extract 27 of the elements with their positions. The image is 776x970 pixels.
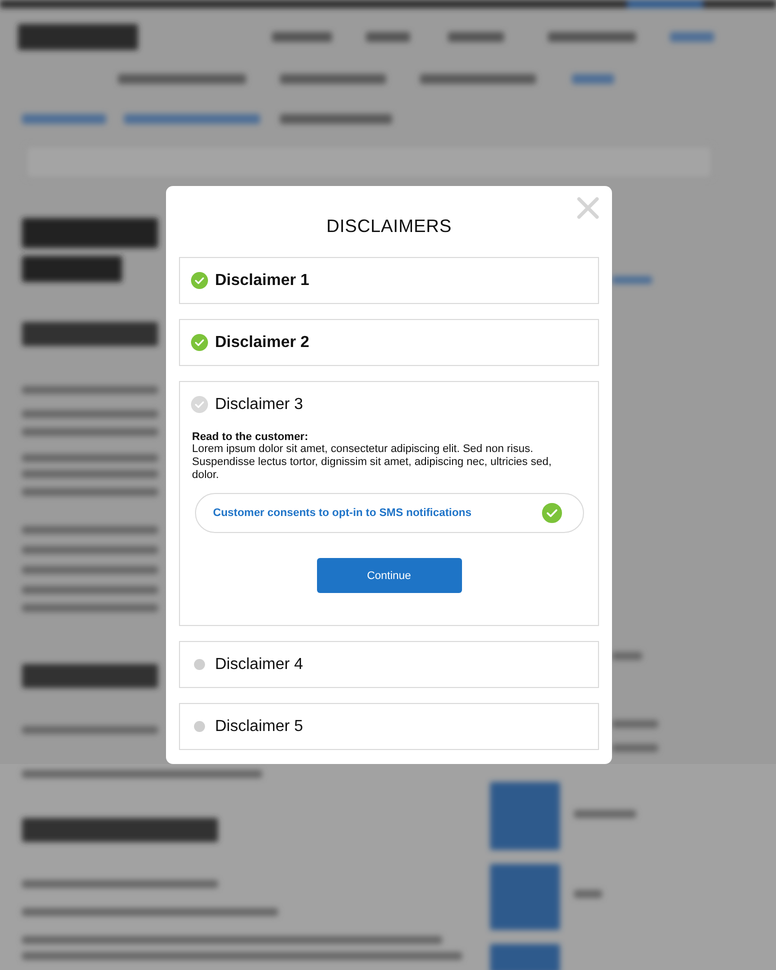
consent-label: Customer consents to opt-in to SMS notifications [213,507,472,519]
blurred-block [490,944,560,970]
blurred-block [272,32,332,42]
blurred-block [612,744,658,752]
disclaimer-title[interactable]: Disclaimer 5 [215,718,304,736]
check-circle-icon[interactable] [542,503,562,523]
consent-toggle[interactable]: Customer consents to opt-in to SMS notifications [195,493,584,533]
continue-button[interactable]: Continue [316,558,462,593]
disclaimer-title[interactable]: Disclaimer 2 [215,334,310,352]
blurred-block [572,74,614,84]
disclaimer-title[interactable]: Disclaimer 3 [215,396,304,414]
blurred-block [574,810,636,818]
blurred-block [670,32,714,42]
disclaimer-title[interactable]: Disclaimer 4 [215,656,304,674]
blurred-block [612,652,642,660]
blurred-block [490,782,560,850]
disclaimer-title[interactable]: Disclaimer 1 [215,272,310,290]
blurred-block [448,32,504,42]
blurred-block [366,32,410,42]
disclaimer-heading: Read to the customer: [192,431,310,443]
blurred-block [612,276,652,284]
close-icon[interactable] [577,197,599,219]
dialog-title: DISCLAIMERS [325,216,453,237]
blurred-block [490,864,560,930]
blurred-block [574,890,602,898]
disclaimer-text: Lorem ipsum dolor sit amet, consectetur adipiscing elit. Sed non risus. Suspendisse lectus tortor, dignissim sit amet, adipiscing nec, ultricies sed, dolor. [192,443,552,482]
blurred-block [612,720,658,728]
